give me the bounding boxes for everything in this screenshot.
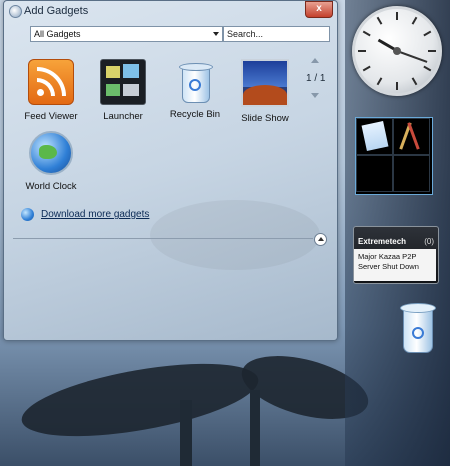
add-gadgets-window: Add Gadgets x All Gadgets Search... Feed… xyxy=(3,0,338,341)
gadget-slide-show[interactable]: Slide Show xyxy=(230,59,300,124)
gadget-label: Slide Show xyxy=(241,113,289,124)
palm-frond xyxy=(16,349,264,451)
rss-feed-icon xyxy=(28,59,74,105)
clock-tick xyxy=(376,77,383,86)
clock-tick xyxy=(362,65,371,72)
clock-tick xyxy=(428,50,436,52)
launcher-gadget[interactable] xyxy=(355,117,433,195)
recycle-bin-icon xyxy=(173,59,217,103)
globe-link-icon xyxy=(21,208,34,221)
feed-title: Extremetech xyxy=(358,237,407,246)
clock-tick xyxy=(396,12,398,20)
gadget-feed-viewer[interactable]: Feed Viewer xyxy=(16,59,86,122)
clock-tick xyxy=(411,77,418,86)
clock-tick xyxy=(362,30,371,37)
launcher-cell[interactable] xyxy=(356,155,393,192)
gadget-label: Recycle Bin xyxy=(169,109,221,120)
clock-tick xyxy=(358,50,366,52)
recycle-bin-desktop-icon[interactable] xyxy=(400,303,436,353)
feed-count: (0) xyxy=(424,237,434,246)
clock-tick xyxy=(376,16,383,25)
clock-tick xyxy=(423,30,432,37)
gadget-label: Feed Viewer xyxy=(24,111,78,122)
search-input[interactable]: Search... xyxy=(223,26,330,42)
close-button[interactable]: x xyxy=(305,1,333,18)
clock-tick xyxy=(411,16,418,25)
page-indicator: 1 / 1 xyxy=(306,73,326,84)
launcher-icon xyxy=(100,59,146,105)
category-dropdown[interactable]: All Gadgets xyxy=(30,26,223,42)
clock-minute-hand xyxy=(396,50,428,63)
feed-headlines-gadget[interactable]: Extremetech (0) Major Kazaa P2P Server S… xyxy=(353,226,439,284)
chevron-down-icon xyxy=(213,32,219,36)
clock-center-pin xyxy=(393,47,401,55)
globe-icon xyxy=(29,131,73,175)
notepad-icon xyxy=(361,120,389,152)
gadget-recycle-bin[interactable]: Recycle Bin xyxy=(160,59,230,120)
details-divider xyxy=(13,238,313,239)
title-bar[interactable]: Add Gadgets x xyxy=(4,1,337,21)
feed-headline[interactable]: Major Kazaa P2P Server Shut Down xyxy=(354,249,436,281)
download-more-gadgets-link[interactable]: Download more gadgets xyxy=(41,209,149,220)
gadget-world-clock[interactable]: World Clock xyxy=(16,131,86,192)
gadget-launcher[interactable]: Launcher xyxy=(88,59,158,122)
category-dropdown-value: All Gadgets xyxy=(34,29,81,39)
gadget-label: World Clock xyxy=(25,181,77,192)
gadget-gear-icon xyxy=(9,5,22,18)
page-up-icon[interactable] xyxy=(311,58,319,63)
window-title: Add Gadgets xyxy=(24,5,89,17)
clock-gadget[interactable] xyxy=(352,6,442,96)
launcher-cell[interactable] xyxy=(393,155,430,192)
palm-trunk xyxy=(180,400,192,466)
launcher-cell[interactable] xyxy=(356,118,393,155)
clock-tick xyxy=(396,82,398,90)
chevron-up-icon xyxy=(318,237,324,241)
show-details-button[interactable] xyxy=(314,233,327,246)
palm-trunk xyxy=(250,390,260,466)
slideshow-icon xyxy=(241,59,289,107)
gadget-label: Launcher xyxy=(103,111,143,122)
page-down-icon[interactable] xyxy=(311,93,319,98)
search-placeholder: Search... xyxy=(227,29,264,39)
clock-tick xyxy=(423,65,432,72)
